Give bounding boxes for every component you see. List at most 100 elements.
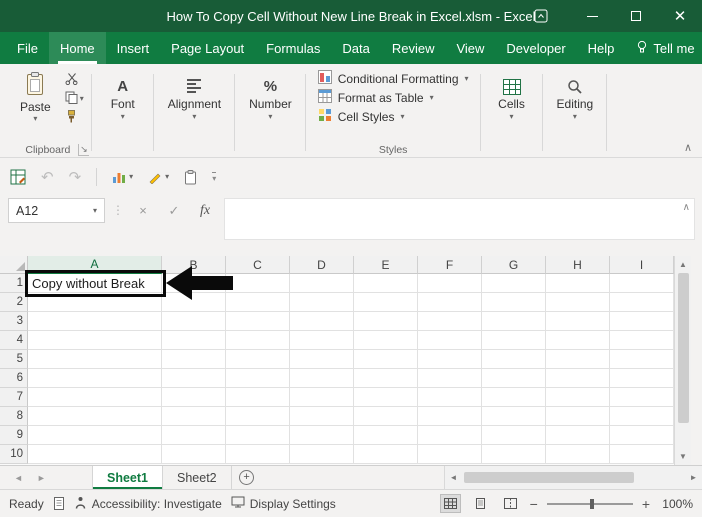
new-sheet-button[interactable]: + bbox=[232, 466, 262, 489]
cell-B1[interactable] bbox=[162, 274, 226, 293]
row-header-7[interactable]: 7 bbox=[0, 388, 28, 407]
vertical-scrollbar-track[interactable] bbox=[675, 423, 691, 448]
row-header-10[interactable]: 10 bbox=[0, 445, 28, 464]
cell-C6[interactable] bbox=[226, 369, 290, 388]
column-header-C[interactable]: C bbox=[226, 256, 290, 274]
scroll-up-icon[interactable]: ▲ bbox=[675, 256, 691, 273]
editing-button[interactable]: Editing ▾ bbox=[551, 69, 600, 121]
cell-E7[interactable] bbox=[354, 388, 418, 407]
cell-E4[interactable] bbox=[354, 331, 418, 350]
worksheet-icon[interactable] bbox=[10, 169, 26, 185]
cell-C2[interactable] bbox=[226, 293, 290, 312]
horizontal-scrollbar-thumb[interactable] bbox=[464, 472, 634, 483]
cell-F9[interactable] bbox=[418, 426, 482, 445]
column-header-G[interactable]: G bbox=[482, 256, 546, 274]
tab-insert[interactable]: Insert bbox=[106, 32, 161, 64]
format-painter-button[interactable] bbox=[65, 110, 84, 126]
tab-developer[interactable]: Developer bbox=[495, 32, 576, 64]
cell-C5[interactable] bbox=[226, 350, 290, 369]
zoom-level[interactable]: 100% bbox=[659, 497, 693, 511]
cell-D3[interactable] bbox=[290, 312, 354, 331]
cell-A4[interactable] bbox=[28, 331, 162, 350]
cell-F2[interactable] bbox=[418, 293, 482, 312]
formula-bar-separator[interactable]: ⋮ bbox=[112, 198, 124, 217]
copy-button[interactable]: ▾ bbox=[65, 91, 84, 107]
cancel-button[interactable]: × bbox=[131, 198, 155, 223]
cell-G6[interactable] bbox=[482, 369, 546, 388]
cell-A5[interactable] bbox=[28, 350, 162, 369]
cell-D10[interactable] bbox=[290, 445, 354, 464]
format-as-table-button[interactable]: Format as Table ▾ bbox=[314, 88, 473, 107]
scroll-right-icon[interactable]: ► bbox=[685, 473, 702, 482]
clipboard-dialog-launcher-icon[interactable]: ↘ bbox=[78, 144, 89, 156]
enter-button[interactable]: ✓ bbox=[162, 198, 186, 223]
paste-button[interactable]: Paste ▾ bbox=[12, 69, 59, 126]
name-box[interactable]: A12 ▾ bbox=[8, 198, 105, 223]
clipboard-icon[interactable] bbox=[184, 169, 197, 185]
cell-E9[interactable] bbox=[354, 426, 418, 445]
cell-B6[interactable] bbox=[162, 369, 226, 388]
cell-F8[interactable] bbox=[418, 407, 482, 426]
cell-B3[interactable] bbox=[162, 312, 226, 331]
insert-function-button[interactable]: fx bbox=[193, 198, 217, 223]
row-header-9[interactable]: 9 bbox=[0, 426, 28, 445]
font-button[interactable]: A Font ▾ bbox=[100, 69, 146, 121]
cell-A9[interactable] bbox=[28, 426, 162, 445]
cell-B10[interactable] bbox=[162, 445, 226, 464]
tab-view[interactable]: View bbox=[445, 32, 495, 64]
customize-quick-access-icon[interactable]: ▾ bbox=[212, 171, 217, 183]
sheet-tab-sheet2[interactable]: Sheet2 bbox=[163, 466, 232, 489]
chevron-down-icon[interactable]: ▾ bbox=[93, 206, 97, 215]
display-settings[interactable]: Display Settings bbox=[231, 496, 336, 511]
zoom-slider[interactable] bbox=[546, 498, 633, 509]
sheet-tab-sheet1[interactable]: Sheet1 bbox=[92, 466, 163, 489]
row-header-2[interactable]: 2 bbox=[0, 293, 28, 312]
cell-G2[interactable] bbox=[482, 293, 546, 312]
tab-page-layout[interactable]: Page Layout bbox=[160, 32, 255, 64]
cell-B9[interactable] bbox=[162, 426, 226, 445]
cell-B5[interactable] bbox=[162, 350, 226, 369]
horizontal-scrollbar[interactable]: ◄ ► bbox=[444, 466, 702, 489]
cell-F7[interactable] bbox=[418, 388, 482, 407]
cell-H6[interactable] bbox=[546, 369, 610, 388]
cell-E1[interactable] bbox=[354, 274, 418, 293]
number-button[interactable]: % Number ▾ bbox=[243, 69, 298, 121]
vertical-scrollbar[interactable]: ▲ ▼ bbox=[674, 256, 691, 465]
normal-view-button[interactable] bbox=[439, 494, 461, 513]
previous-sheet-icon[interactable]: ◄ bbox=[14, 473, 23, 483]
cell-E6[interactable] bbox=[354, 369, 418, 388]
tab-home[interactable]: Home bbox=[48, 32, 106, 64]
macro-record-icon[interactable] bbox=[53, 497, 65, 510]
cell-C1[interactable] bbox=[226, 274, 290, 293]
ribbon-display-options-icon[interactable] bbox=[534, 9, 548, 23]
cell-I2[interactable] bbox=[610, 293, 674, 312]
cell-I3[interactable] bbox=[610, 312, 674, 331]
next-sheet-icon[interactable]: ► bbox=[37, 473, 46, 483]
column-header-A[interactable]: A bbox=[28, 256, 162, 274]
cut-button[interactable] bbox=[65, 72, 84, 88]
close-button[interactable]: ✕ bbox=[658, 0, 702, 32]
conditional-formatting-button[interactable]: Conditional Formatting ▾ bbox=[314, 69, 473, 88]
cell-E5[interactable] bbox=[354, 350, 418, 369]
column-header-B[interactable]: B bbox=[162, 256, 226, 274]
cell-A10[interactable] bbox=[28, 445, 162, 464]
row-header-8[interactable]: 8 bbox=[0, 407, 28, 426]
cell-H1[interactable] bbox=[546, 274, 610, 293]
cell-H7[interactable] bbox=[546, 388, 610, 407]
cell-G10[interactable] bbox=[482, 445, 546, 464]
pen-icon[interactable]: ▾ bbox=[148, 170, 169, 184]
row-header-4[interactable]: 4 bbox=[0, 331, 28, 350]
tab-data[interactable]: Data bbox=[331, 32, 380, 64]
row-header-1[interactable]: 1 bbox=[0, 274, 28, 293]
cell-I6[interactable] bbox=[610, 369, 674, 388]
minimize-button[interactable] bbox=[570, 0, 614, 32]
cell-C9[interactable] bbox=[226, 426, 290, 445]
page-layout-view-button[interactable] bbox=[470, 494, 491, 513]
tab-help[interactable]: Help bbox=[577, 32, 626, 64]
cell-I8[interactable] bbox=[610, 407, 674, 426]
cell-A6[interactable] bbox=[28, 369, 162, 388]
cell-D6[interactable] bbox=[290, 369, 354, 388]
zoom-out-button[interactable]: − bbox=[530, 496, 538, 512]
cell-I4[interactable] bbox=[610, 331, 674, 350]
cell-E10[interactable] bbox=[354, 445, 418, 464]
